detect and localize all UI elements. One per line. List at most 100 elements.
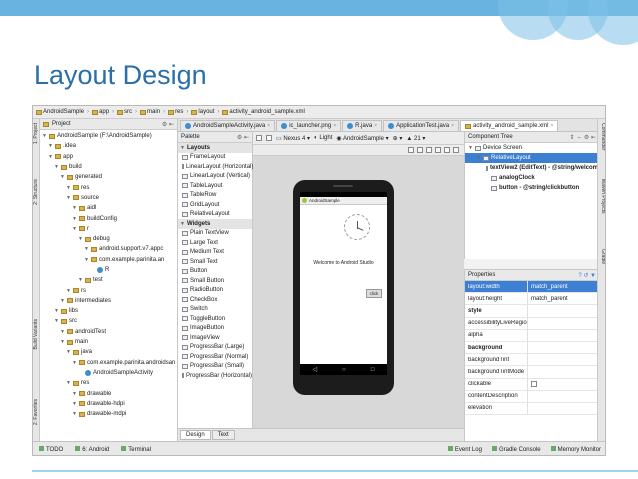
side-tab-build-variants[interactable]: Build Variants: [33, 319, 40, 349]
component-tree-tools-icon[interactable]: ⇕ ⇔ ⚙ ⇤: [570, 134, 596, 141]
editor-tab[interactable]: AndroidSampleActivity.java ×: [180, 120, 276, 131]
tree-item[interactable]: ▼ src: [40, 316, 177, 326]
tab-design[interactable]: Design: [180, 430, 211, 440]
palette-item[interactable]: Button: [178, 267, 252, 277]
property-value[interactable]: [527, 354, 599, 366]
expand-arrow-icon[interactable]: ▼: [66, 349, 71, 355]
property-row[interactable]: contentDescription: [465, 390, 599, 403]
property-value[interactable]: [527, 305, 599, 317]
property-row[interactable]: elevation: [465, 402, 599, 416]
property-row[interactable]: backgroundTintMode: [465, 366, 599, 379]
expand-arrow-icon[interactable]: ▼: [54, 164, 59, 170]
phone-screen[interactable]: AndroidSample Welcome to Android Studio …: [300, 192, 387, 375]
palette-item[interactable]: LinearLayout (Horizontal): [178, 162, 253, 172]
palette-item[interactable]: CheckBox: [178, 295, 252, 305]
tree-item[interactable]: ▼ app: [40, 152, 177, 162]
editor-tab[interactable]: ic_launcher.png ×: [276, 120, 342, 131]
breadcrumb-item[interactable]: AndroidSample: [36, 109, 84, 115]
property-row[interactable]: layout:width match_parent: [465, 281, 599, 294]
property-value[interactable]: [527, 329, 599, 341]
expand-arrow-icon[interactable]: ▼: [72, 360, 77, 366]
tree-item[interactable]: ▼ build: [40, 162, 177, 172]
palette-group[interactable]: ▼ Layouts: [178, 143, 252, 153]
palette-item[interactable]: Small Button: [178, 276, 252, 286]
expand-arrow-icon[interactable]: ▼: [78, 236, 83, 242]
palette-item[interactable]: FrameLayout: [178, 153, 252, 163]
property-row[interactable]: clickable: [465, 378, 599, 391]
terminal-tool-button[interactable]: Terminal: [121, 445, 151, 453]
tree-item[interactable]: ▼ java: [40, 347, 177, 357]
layout-variants-icon[interactable]: [256, 135, 262, 141]
tree-item[interactable]: ▼ com.example.parinita.an: [40, 255, 177, 265]
activity-dropdown[interactable]: ◉ AndroidSample ▾: [336, 135, 388, 142]
property-value[interactable]: [527, 390, 599, 402]
breadcrumb-item[interactable]: activity_android_sample.xml: [222, 109, 305, 115]
palette-item[interactable]: ImageButton: [178, 324, 252, 334]
properties-help-icon[interactable]: ? ↺ ▼: [578, 272, 596, 279]
expand-arrow-icon[interactable]: ▼: [180, 221, 185, 227]
tree-item[interactable]: ▼ drawable-hdpi: [40, 399, 177, 409]
zoom-out-icon[interactable]: [435, 147, 441, 153]
palette-item[interactable]: TableRow: [178, 191, 252, 201]
tree-item[interactable]: ▼ debug: [40, 234, 177, 244]
palette-group[interactable]: ▼ Widgets: [178, 219, 252, 229]
tree-item[interactable]: ▼ test: [40, 275, 177, 285]
close-tab-icon[interactable]: ×: [550, 123, 553, 129]
palette-item[interactable]: Large Text: [178, 238, 252, 248]
tree-item[interactable]: ▼ rs: [40, 285, 177, 295]
expand-arrow-icon[interactable]: ▼: [72, 226, 77, 232]
palette-item[interactable]: RelativeLayout: [178, 210, 252, 220]
expand-arrow-icon[interactable]: ▼: [60, 174, 65, 180]
welcome-textview[interactable]: Welcome to Android Studio: [300, 260, 387, 266]
palette-item[interactable]: ToggleButton: [178, 314, 252, 324]
expand-arrow-icon[interactable]: ▼: [66, 380, 71, 386]
expand-arrow-icon[interactable]: ▼: [54, 308, 59, 314]
palette-item[interactable]: Plain TextView: [178, 229, 252, 239]
close-tab-icon[interactable]: ×: [267, 123, 270, 129]
property-value[interactable]: match_parent: [527, 293, 599, 305]
breadcrumb-item[interactable]: main: [140, 109, 160, 115]
refresh-icon[interactable]: [444, 147, 450, 153]
expand-arrow-icon[interactable]: ▼: [180, 145, 185, 151]
zoom-fit-icon[interactable]: [408, 147, 414, 153]
property-value[interactable]: [527, 378, 599, 390]
palette-gear-icon[interactable]: ⚙ ⇤: [237, 134, 249, 141]
tree-item[interactable]: ▼ android.support.v7.appc: [40, 244, 177, 254]
expand-arrow-icon[interactable]: ▼: [72, 401, 77, 407]
expand-arrow-icon[interactable]: ▼: [54, 318, 59, 324]
expand-arrow-icon[interactable]: ▼: [84, 246, 89, 252]
expand-arrow-icon[interactable]: ▼: [72, 391, 77, 397]
project-panel-title[interactable]: Project: [52, 121, 71, 127]
component-tree-item[interactable]: ▼ RelativeLayout: [465, 153, 599, 163]
expand-arrow-icon[interactable]: ▼: [60, 298, 65, 304]
palette-item[interactable]: LinearLayout (Vertical): [178, 172, 252, 182]
expand-arrow-icon[interactable]: ▼: [66, 185, 71, 191]
tree-item[interactable]: ▼ main: [40, 337, 177, 347]
locale-dropdown[interactable]: ⊕ ▾: [393, 135, 403, 142]
tree-item[interactable]: ▼ androidTest: [40, 327, 177, 337]
tree-item[interactable]: ▼ drawable: [40, 388, 177, 398]
tree-item[interactable]: ▼ AndroidSample (F:\AndroidSample): [40, 131, 177, 141]
expand-arrow-icon[interactable]: ▼: [84, 257, 89, 263]
palette-item[interactable]: TableLayout: [178, 181, 252, 191]
palette-item[interactable]: ProgressBar (Horizontal): [178, 371, 252, 381]
tree-item[interactable]: AndroidSampleActivity: [40, 368, 177, 378]
expand-arrow-icon[interactable]: ▼: [60, 329, 65, 335]
breadcrumb-item[interactable]: app: [92, 109, 109, 115]
theme-dropdown[interactable]: ◐ Light: [314, 135, 332, 141]
tree-item[interactable]: ▼ buildConfig: [40, 213, 177, 223]
component-tree-item[interactable]: textView2 (EditText) - @string/welcomeme: [465, 163, 605, 173]
event-log-button[interactable]: Event Log: [447, 445, 482, 453]
tree-item[interactable]: ▼ r: [40, 224, 177, 234]
orientation-icon[interactable]: [266, 135, 272, 141]
tree-item[interactable]: ▼ res: [40, 182, 177, 192]
panel-gear-icon[interactable]: ⚙ ⇤: [162, 121, 174, 128]
click-button-widget[interactable]: click: [366, 289, 382, 298]
expand-arrow-icon[interactable]: ▼: [78, 277, 83, 283]
palette-item[interactable]: ProgressBar (Small): [178, 362, 252, 372]
todo-tool-button[interactable]: TODO: [39, 445, 63, 453]
palette-item[interactable]: Switch: [178, 305, 252, 315]
editor-tab[interactable]: activity_android_sample.xml ×: [460, 120, 559, 131]
side-tab-maven[interactable]: Maven Projects: [598, 179, 605, 213]
expand-arrow-icon[interactable]: ▼: [476, 155, 481, 161]
